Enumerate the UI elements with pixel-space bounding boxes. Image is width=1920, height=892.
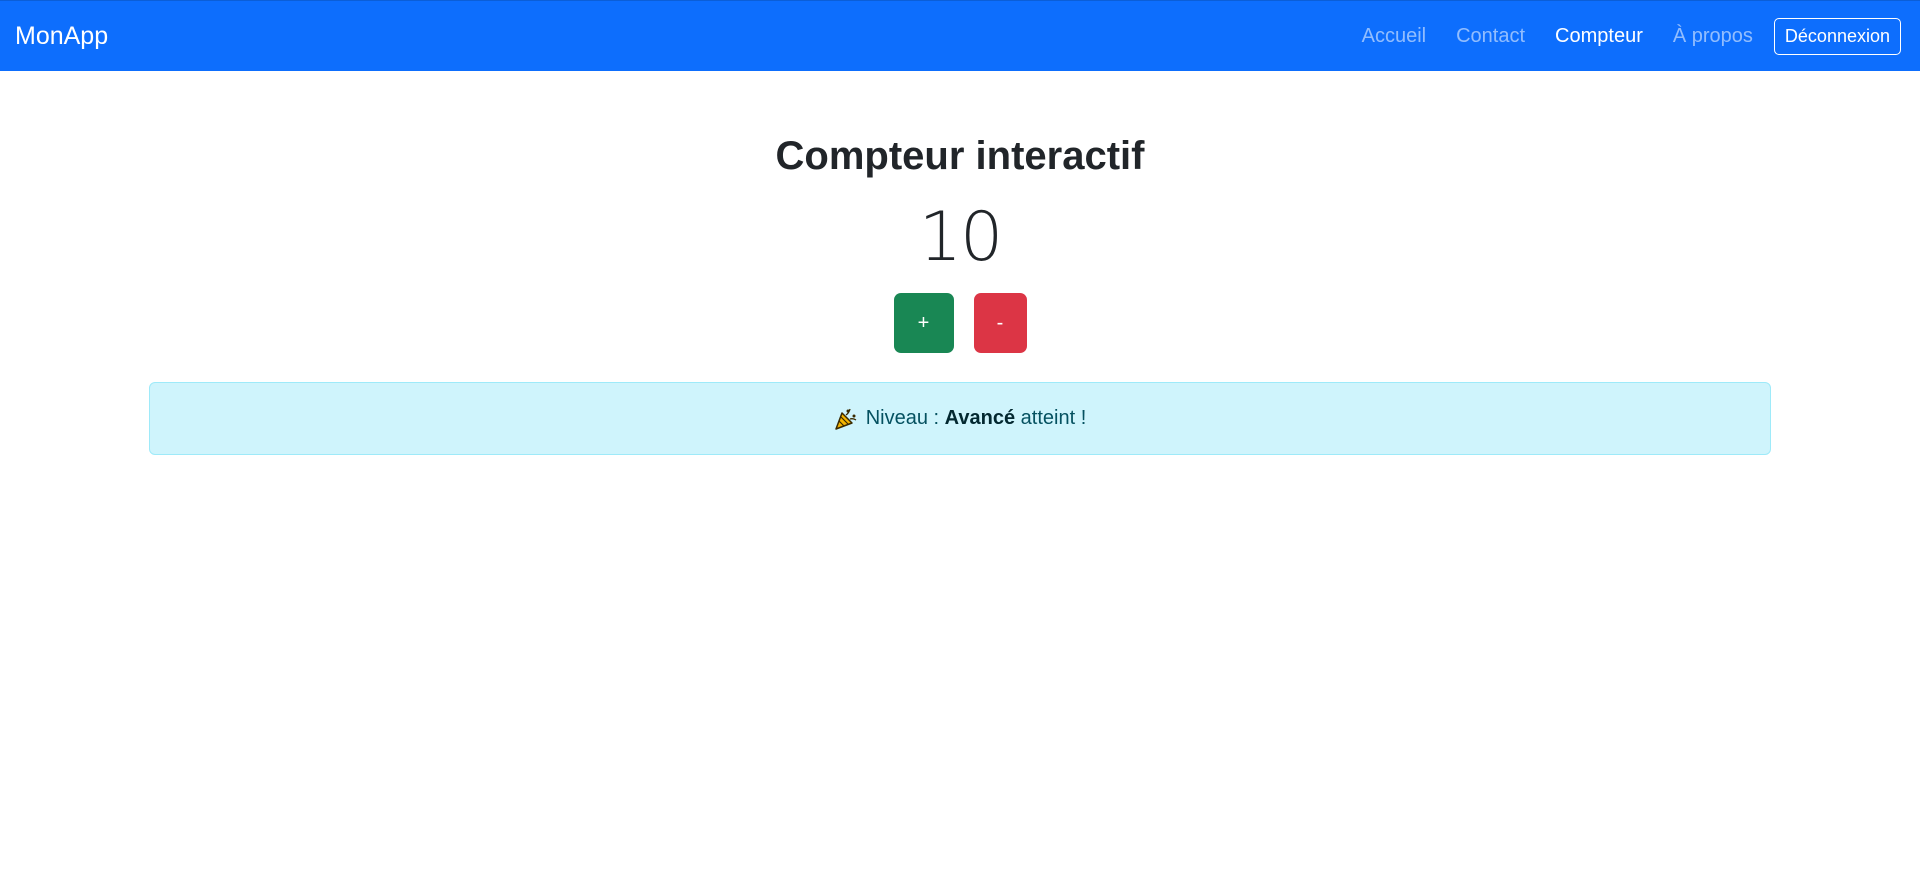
party-popper-icon xyxy=(834,407,858,431)
nav-link-accueil[interactable]: Accueil xyxy=(1362,17,1426,55)
nav-link-contact[interactable]: Contact xyxy=(1456,17,1525,55)
counter-controls: + - xyxy=(0,293,1920,353)
brand-link[interactable]: MonApp xyxy=(15,20,108,52)
nav-links: Accueil Contact Compteur À propos Déconn… xyxy=(1362,17,1901,55)
increment-button[interactable]: + xyxy=(893,293,954,353)
page-title: Compteur interactif xyxy=(775,134,1145,178)
alert-suffix: atteint ! xyxy=(1015,407,1087,429)
nav-link-compteur[interactable]: Compteur xyxy=(1555,17,1643,55)
counter-value: 10 xyxy=(918,198,1004,277)
decrement-button[interactable]: - xyxy=(973,293,1027,353)
level-alert: Niveau : Avancé atteint ! xyxy=(149,382,1771,455)
navbar: MonApp Accueil Contact Compteur À propos… xyxy=(0,0,1920,71)
logout-button[interactable]: Déconnexion xyxy=(1773,17,1901,55)
alert-level: Avancé xyxy=(944,407,1016,429)
alert-prefix: Niveau : xyxy=(865,407,945,429)
nav-link-a-propos[interactable]: À propos xyxy=(1673,17,1753,55)
